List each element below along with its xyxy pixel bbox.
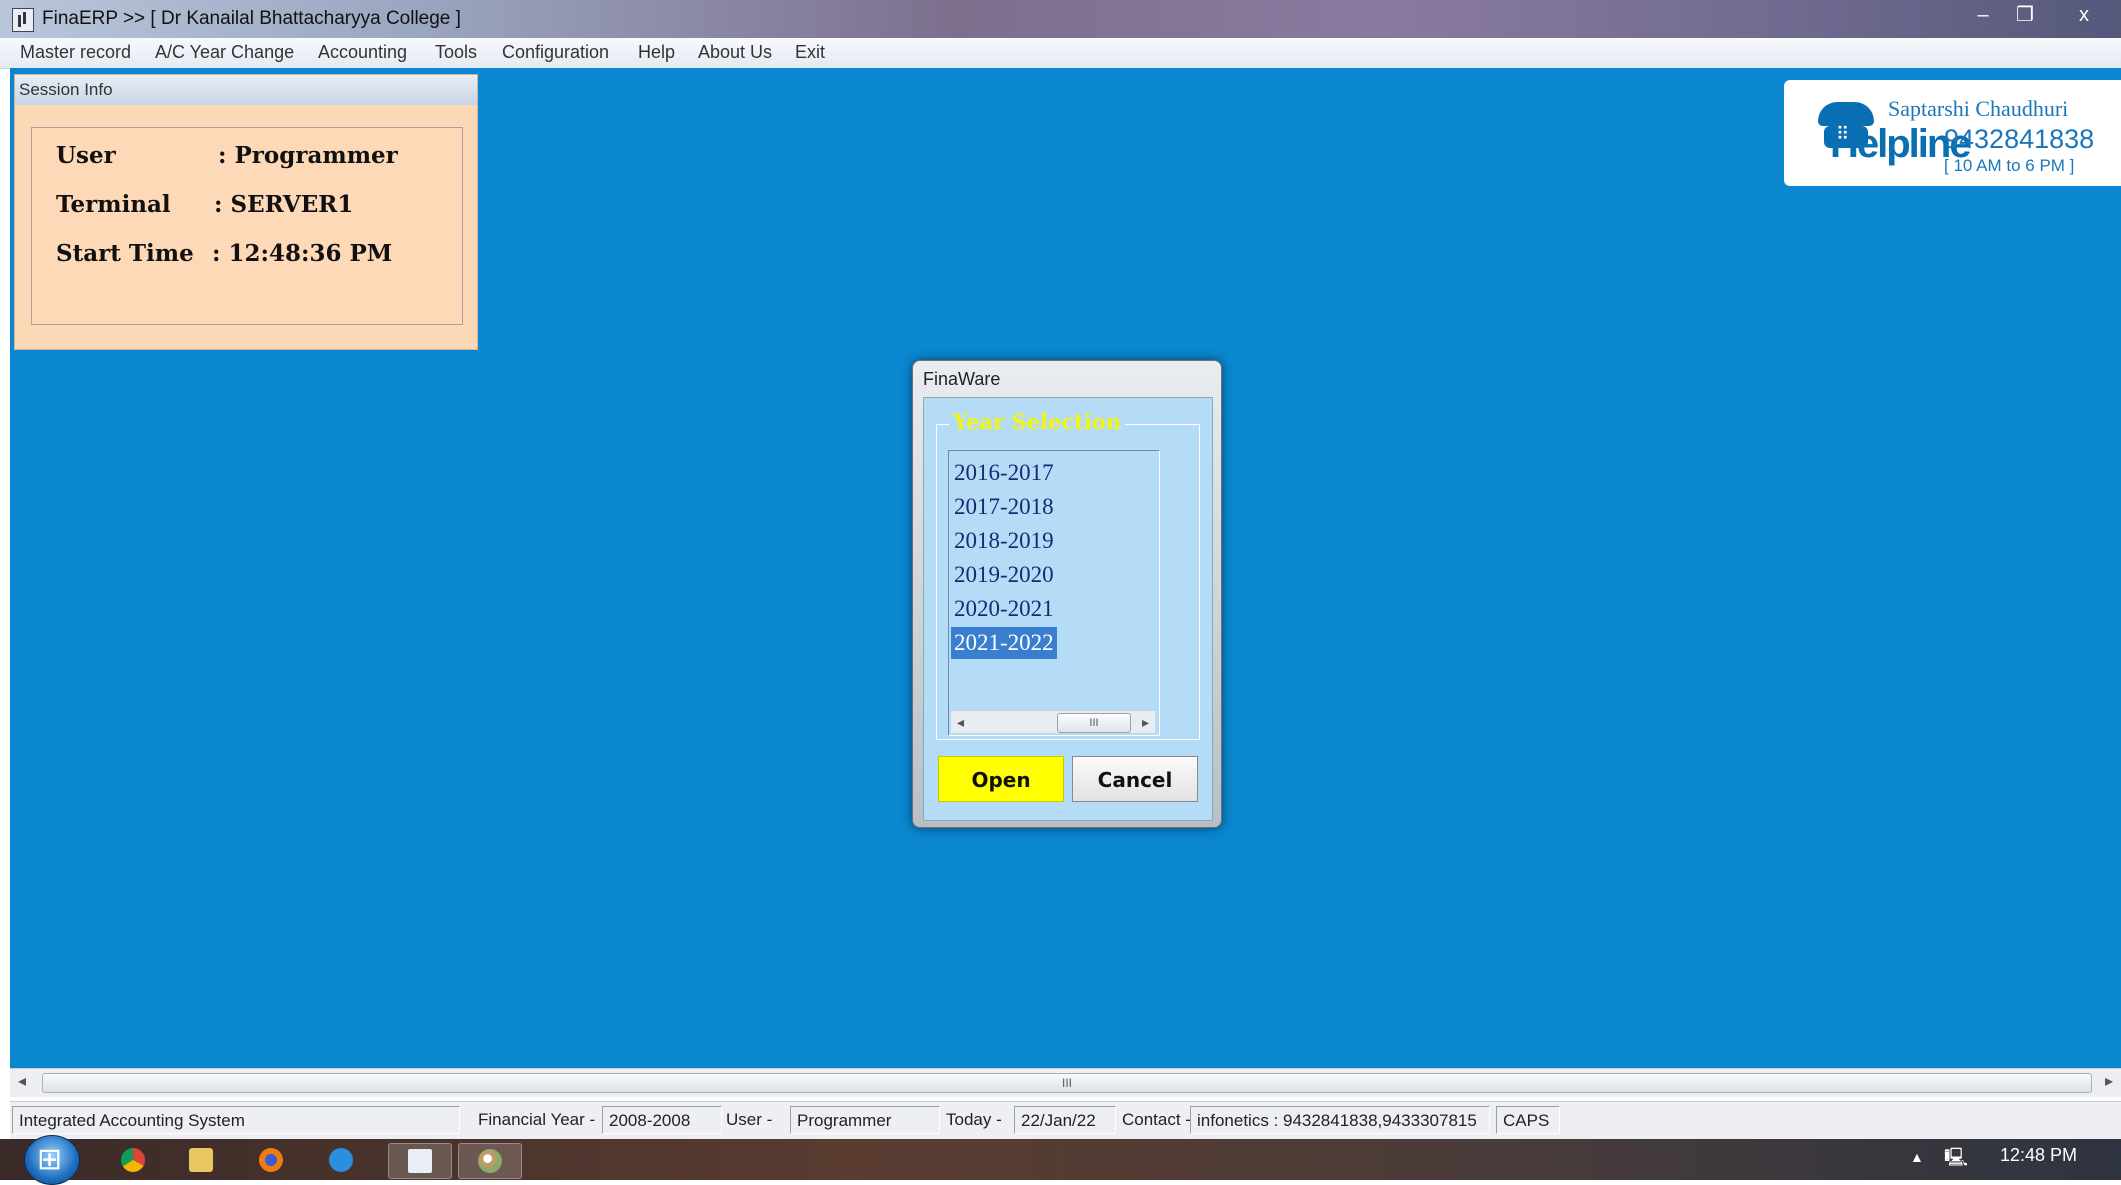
status-today-value: 22/Jan/22 — [1014, 1106, 1116, 1134]
menu-master-record[interactable]: Master record — [20, 42, 131, 63]
session-info-box: User : Programmer Terminal : SERVER1 Sta… — [31, 127, 463, 325]
year-item[interactable]: 2019-2020 — [951, 559, 1057, 591]
helpline-phone: 9432841838 — [1944, 124, 2095, 154]
internet-explorer-icon — [329, 1148, 353, 1172]
year-item[interactable]: 2018-2019 — [951, 525, 1057, 557]
dialog-title: FinaWare — [923, 369, 1001, 389]
show-hidden-icons-icon[interactable]: ▲ — [1910, 1149, 1924, 1165]
file-explorer-icon — [189, 1148, 213, 1172]
menu-accounting[interactable]: Accounting — [318, 42, 407, 63]
start-time-value: : 12:48:36 PM — [212, 240, 393, 267]
status-caps-indicator: CAPS — [1496, 1106, 1560, 1134]
start-button-icon[interactable] — [24, 1135, 80, 1185]
helpline-contact-name: Saptarshi Chaudhuri — [1888, 96, 2069, 121]
user-value: : Programmer — [218, 142, 398, 169]
listbox-horizontal-scrollbar[interactable]: ◂ III ▸ — [951, 710, 1155, 733]
status-user-label: User - — [726, 1110, 773, 1129]
network-icon[interactable]: 🖳 — [1944, 1145, 1968, 1175]
year-item[interactable]: 2017-2018 — [951, 491, 1057, 523]
main-scrollbar-thumb[interactable]: III — [42, 1073, 2092, 1093]
year-item[interactable]: 2016-2017 — [951, 457, 1057, 489]
dialog-body: Year Selection 2016-2017 2017-2018 2018-… — [923, 397, 1213, 821]
close-button[interactable]: x — [2058, 2, 2110, 28]
status-today-label: Today - — [946, 1110, 1002, 1129]
cancel-button[interactable]: Cancel — [1072, 756, 1198, 802]
taskbar-finaerp-button[interactable] — [388, 1143, 452, 1179]
helpline-banner: Helpline Saptarshi Chaudhuri 9432841838 … — [1784, 80, 2121, 186]
status-contact-value: infonetics : 9432841838,9433307815 — [1190, 1106, 1490, 1134]
status-financial-year-value: 2008-2008 — [602, 1106, 722, 1134]
user-label: User — [56, 142, 116, 169]
menu-help[interactable]: Help — [638, 42, 675, 63]
menu-ac-year-change[interactable]: A/C Year Change — [155, 42, 294, 63]
window-title: FinaERP >> [ Dr Kanailal Bhattacharyya C… — [42, 8, 461, 29]
year-selection-label: Year Selection — [949, 409, 1126, 434]
menu-exit[interactable]: Exit — [795, 42, 825, 63]
year-listbox[interactable]: 2016-2017 2017-2018 2018-2019 2019-2020 … — [948, 450, 1160, 736]
paint-icon — [478, 1149, 502, 1173]
scroll-right-arrow-icon[interactable]: ▸ — [2105, 1071, 2113, 1091]
menu-tools[interactable]: Tools — [435, 42, 477, 63]
menu-bar: Master record A/C Year Change Accounting… — [0, 38, 2121, 69]
main-horizontal-scrollbar[interactable]: ◂ III ▸ — [10, 1068, 2121, 1097]
status-financial-year-label: Financial Year - — [478, 1110, 596, 1129]
firefox-icon — [259, 1148, 283, 1172]
taskbar-chrome-button[interactable] — [102, 1143, 164, 1177]
menu-configuration[interactable]: Configuration — [502, 42, 609, 63]
session-info-header: Session Info — [15, 75, 477, 105]
taskbar-clock[interactable]: 12:48 PM — [2000, 1145, 2077, 1166]
status-user-value: Programmer — [790, 1106, 940, 1134]
status-bar: Integrated Accounting System Financial Y… — [10, 1101, 2121, 1140]
taskbar-explorer-button[interactable] — [170, 1143, 232, 1177]
finaerp-icon — [408, 1149, 432, 1173]
taskbar-ie-button[interactable] — [310, 1143, 372, 1177]
maximize-button[interactable]: ❐ — [2004, 2, 2046, 28]
scrollbar-thumb[interactable]: III — [1057, 713, 1131, 733]
start-time-label: Start Time — [56, 240, 194, 267]
taskbar-paint-button[interactable] — [458, 1143, 522, 1179]
finaerp-app-icon — [12, 8, 34, 32]
chrome-icon — [121, 1148, 145, 1172]
title-bar: FinaERP >> [ Dr Kanailal Bhattacharyya C… — [0, 0, 2121, 38]
terminal-value: : SERVER1 — [214, 191, 354, 218]
helpline-hours: [ 10 AM to 6 PM ] — [1944, 156, 2075, 175]
scroll-right-arrow-icon[interactable]: ▸ — [1142, 711, 1149, 733]
year-item-selected[interactable]: 2021-2022 — [951, 627, 1057, 659]
session-info-panel: Session Info User : Programmer Terminal … — [14, 74, 478, 350]
taskbar-firefox-button[interactable] — [240, 1143, 302, 1177]
status-system-name: Integrated Accounting System — [12, 1106, 460, 1134]
minimize-button[interactable]: – — [1962, 2, 2004, 28]
status-contact-label: Contact - — [1122, 1110, 1191, 1129]
year-selection-dialog: FinaWare Year Selection 2016-2017 2017-2… — [912, 360, 1222, 828]
windows-taskbar: ▲ 🖳 12:48 PM — [0, 1135, 2121, 1185]
open-button[interactable]: Open — [938, 756, 1064, 802]
year-item[interactable]: 2020-2021 — [951, 593, 1057, 625]
terminal-label: Terminal — [56, 191, 171, 218]
menu-about-us[interactable]: About Us — [698, 42, 772, 63]
scroll-left-arrow-icon[interactable]: ◂ — [18, 1071, 26, 1091]
scroll-left-arrow-icon[interactable]: ◂ — [957, 711, 964, 733]
